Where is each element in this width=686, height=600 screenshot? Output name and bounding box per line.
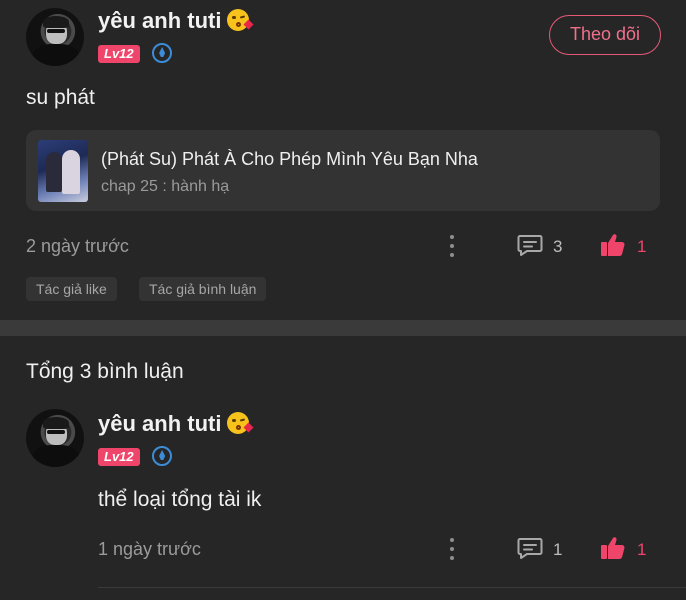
- comment-count: 3: [553, 237, 563, 256]
- kissing-face-emoji-icon: [227, 412, 254, 434]
- kissing-face-emoji-icon: [227, 9, 254, 31]
- comment-username[interactable]: yêu anh tuti: [98, 411, 221, 436]
- section-separator: [0, 320, 686, 336]
- comment-avatar[interactable]: [26, 409, 84, 467]
- author-liked-tag: Tác giả like: [26, 277, 117, 301]
- level-badge-icon: [152, 43, 173, 63]
- comment-text: thể loại tổng tài ik: [98, 488, 262, 511]
- post-username-row: yêu anh tuti: [98, 8, 254, 34]
- story-card[interactable]: (Phát Su) Phát À Cho Phép Mình Yêu Bạn N…: [26, 130, 660, 211]
- comment-level-badge: Lv12: [98, 448, 140, 466]
- more-vertical-icon[interactable]: [449, 234, 455, 258]
- follow-button[interactable]: Theo dõi: [549, 15, 661, 55]
- comment-reply-count: 1: [553, 540, 563, 559]
- user-level-row: Lv12: [98, 43, 173, 63]
- thumbs-up-icon[interactable]: [600, 232, 626, 258]
- avatar[interactable]: [26, 8, 84, 66]
- post-text: su phát: [26, 86, 95, 109]
- level-badge: Lv12: [98, 45, 140, 63]
- comment-divider: [98, 587, 686, 588]
- comment-time: 1 ngày trước: [98, 539, 201, 559]
- story-title: (Phát Su) Phát À Cho Phép Mình Yêu Bạn N…: [101, 149, 478, 169]
- level-badge-icon: [152, 446, 173, 466]
- author-commented-tag: Tác giả bình luận: [139, 277, 267, 301]
- comment-username-row: yêu anh tuti: [98, 411, 254, 437]
- like-count: 1: [637, 237, 647, 256]
- post-time: 2 ngày trước: [26, 236, 129, 256]
- comment-icon[interactable]: [517, 537, 543, 559]
- comment-like-count: 1: [637, 540, 647, 559]
- username[interactable]: yêu anh tuti: [98, 8, 221, 33]
- more-vertical-icon[interactable]: [449, 537, 455, 561]
- thumbs-up-icon[interactable]: [600, 535, 626, 561]
- story-thumbnail: [38, 140, 88, 202]
- comment-level-row: Lv12: [98, 446, 173, 466]
- comments-total-title: Tổng 3 bình luận: [26, 360, 184, 383]
- comment-icon[interactable]: [517, 234, 543, 256]
- story-chapter: chap 25 : hành hạ: [101, 178, 230, 195]
